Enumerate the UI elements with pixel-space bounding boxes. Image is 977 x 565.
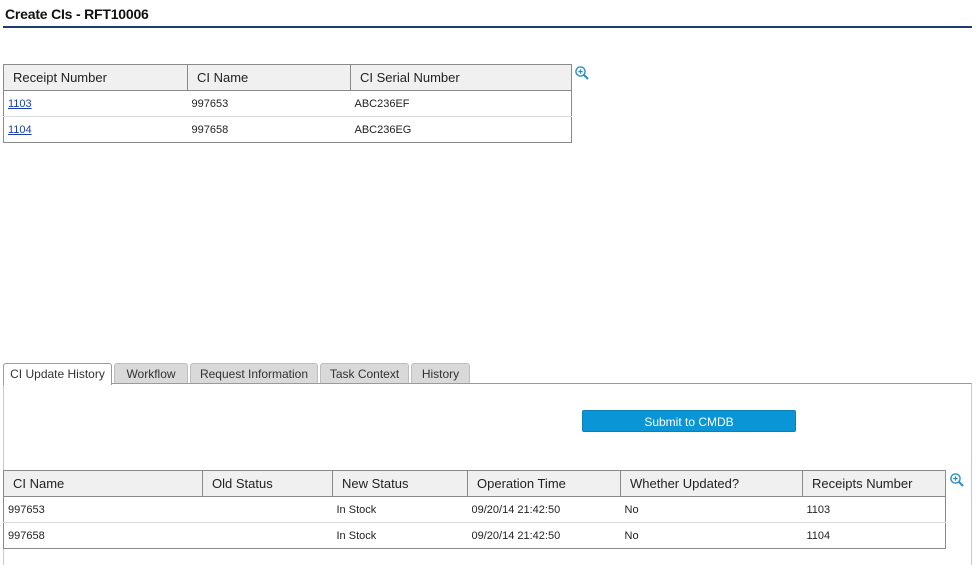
whether-updated-cell: No — [620, 522, 803, 549]
old-status-cell — [202, 522, 333, 549]
ci-serial-cell: ABC236EG — [350, 116, 572, 143]
table-row: 997653 In Stock 09/20/14 21:42:50 No 110… — [3, 496, 946, 523]
new-status-cell: In Stock — [332, 522, 468, 549]
table-row: 1104 997658 ABC236EG — [3, 116, 572, 143]
receipt-number-link[interactable]: 1103 — [8, 98, 32, 110]
ci-update-history-table: CI Name Old Status New Status Operation … — [3, 470, 946, 549]
operation-time-cell: 09/20/14 21:42:50 — [467, 522, 621, 549]
zoom-in-icon[interactable] — [574, 65, 590, 81]
tab-history[interactable]: History — [411, 363, 470, 384]
table-header-row: CI Name Old Status New Status Operation … — [3, 470, 946, 497]
receipt-number-link[interactable]: 1104 — [8, 124, 32, 136]
old-status-cell — [202, 496, 333, 523]
ci-name-cell: 997653 — [187, 90, 351, 117]
ci-serial-cell: ABC236EF — [350, 90, 572, 117]
tab-ci-update-history[interactable]: CI Update History — [3, 363, 112, 385]
tab-workflow[interactable]: Workflow — [114, 363, 188, 384]
tab-task-context[interactable]: Task Context — [320, 363, 409, 384]
column-header-receipt-number[interactable]: Receipt Number — [3, 64, 188, 91]
new-status-cell: In Stock — [332, 496, 468, 523]
column-header-whether-updated[interactable]: Whether Updated? — [620, 470, 803, 497]
receipt-number-cell: 1104 — [3, 116, 188, 143]
whether-updated-cell: No — [620, 496, 803, 523]
receipts-number-cell: 1103 — [802, 496, 946, 523]
submit-to-cmdb-button[interactable]: Submit to CMDB — [582, 410, 796, 432]
column-header-old-status[interactable]: Old Status — [202, 470, 333, 497]
column-header-new-status[interactable]: New Status — [332, 470, 468, 497]
receipt-number-cell: 1103 — [3, 90, 188, 117]
page-title: Create CIs - RFT10006 — [5, 6, 149, 22]
zoom-in-icon[interactable] — [949, 472, 965, 488]
title-divider — [3, 26, 972, 28]
column-header-operation-time[interactable]: Operation Time — [467, 470, 621, 497]
ci-name-cell: 997658 — [187, 116, 351, 143]
column-header-ci-name[interactable]: CI Name — [187, 64, 351, 91]
receipts-number-cell: 1104 — [802, 522, 946, 549]
column-header-ci-name[interactable]: CI Name — [3, 470, 203, 497]
table-row: 997658 In Stock 09/20/14 21:42:50 No 110… — [3, 522, 946, 549]
table-header-row: Receipt Number CI Name CI Serial Number — [3, 64, 572, 91]
ci-name-cell: 997658 — [3, 522, 203, 549]
column-header-ci-serial-number[interactable]: CI Serial Number — [350, 64, 572, 91]
ci-name-cell: 997653 — [3, 496, 203, 523]
receipts-table: Receipt Number CI Name CI Serial Number … — [3, 64, 572, 143]
tab-request-information[interactable]: Request Information — [190, 363, 318, 384]
column-header-receipts-number[interactable]: Receipts Number — [802, 470, 946, 497]
table-row: 1103 997653 ABC236EF — [3, 90, 572, 117]
operation-time-cell: 09/20/14 21:42:50 — [467, 496, 621, 523]
